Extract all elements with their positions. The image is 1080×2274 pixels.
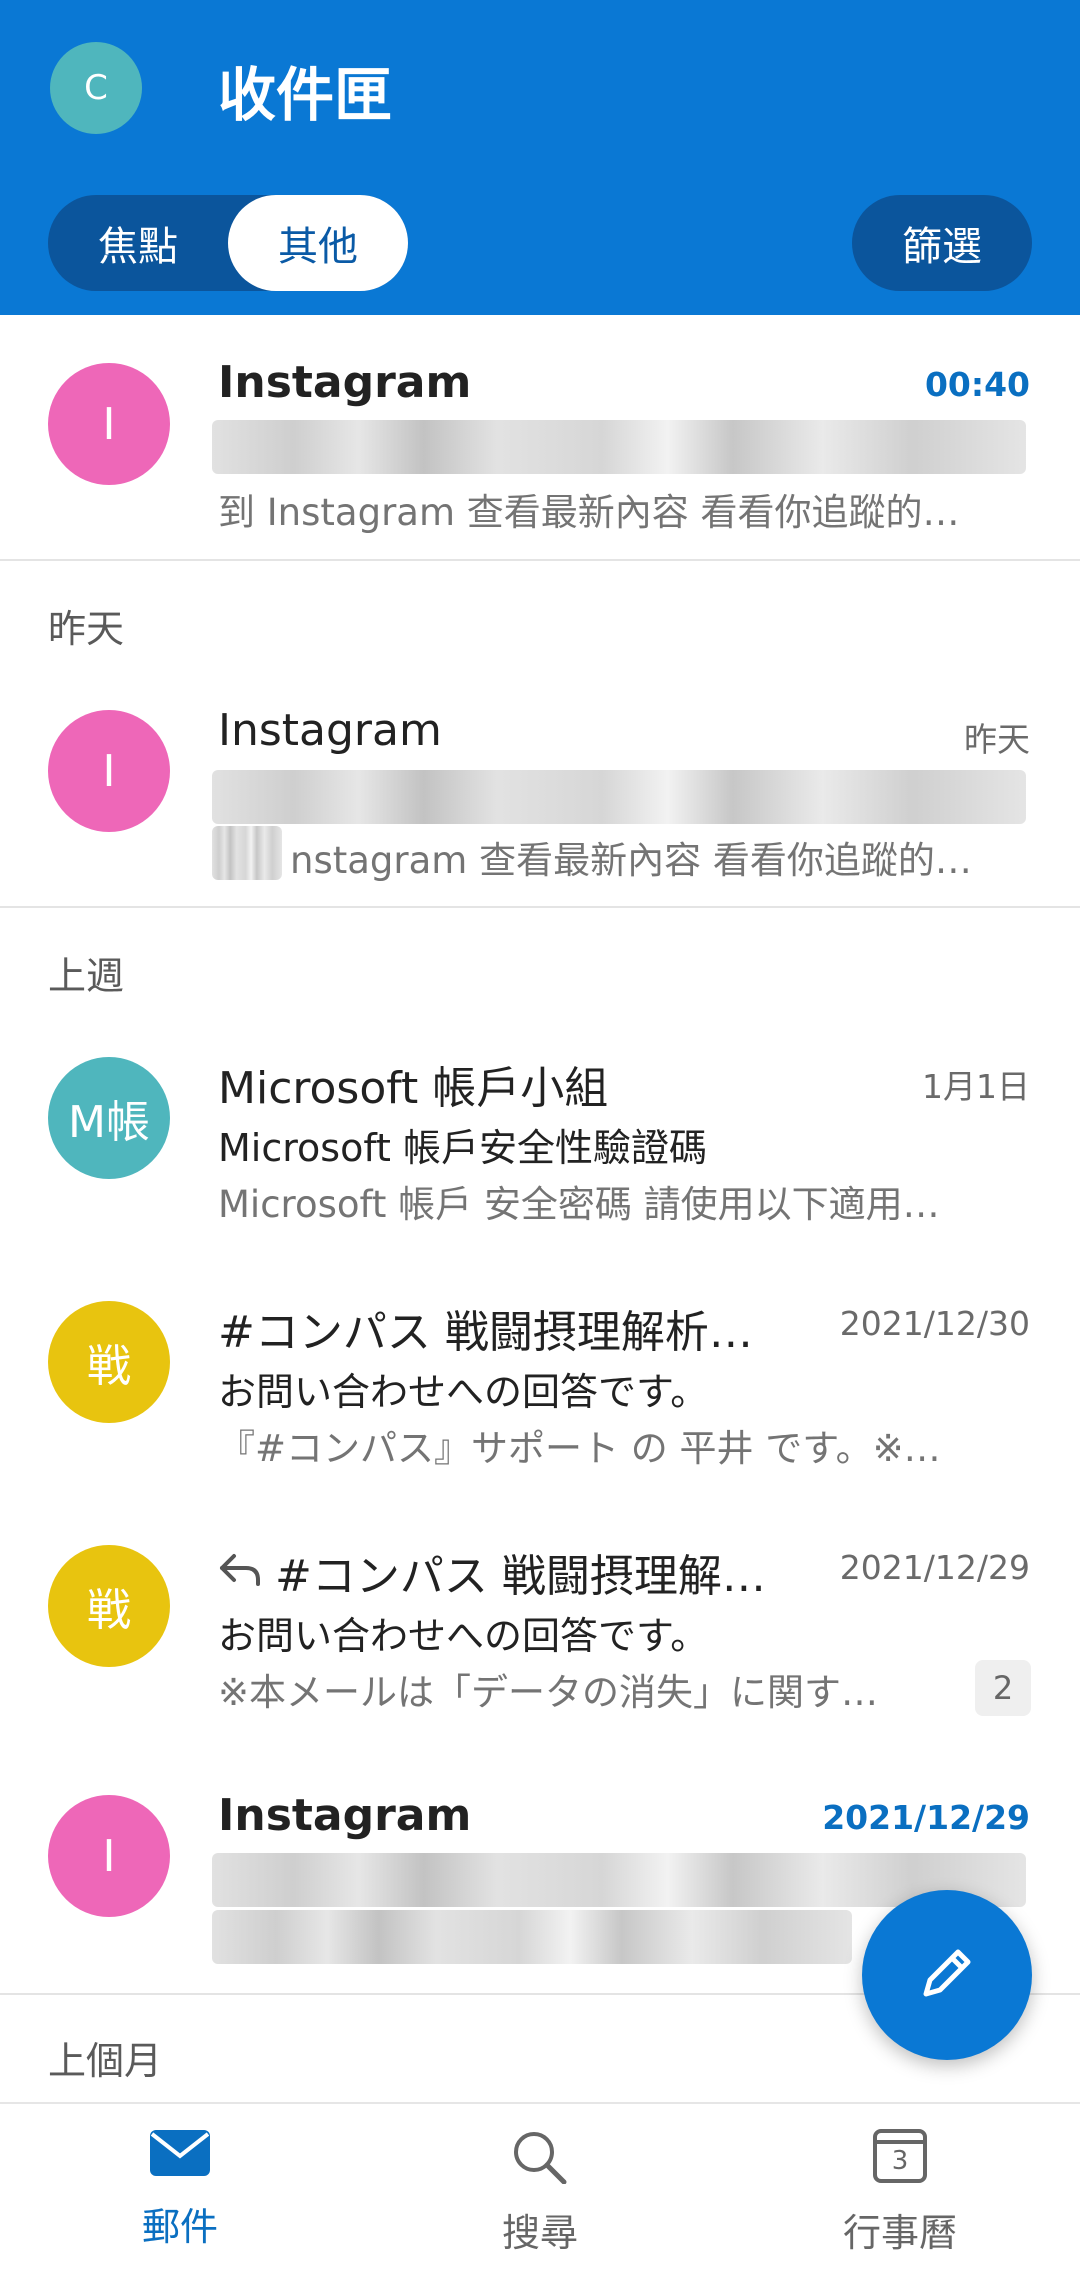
tab-focused[interactable]: 焦點 [48,195,228,291]
sender-name: Instagram [218,1790,472,1841]
redacted-preview [212,826,282,880]
sender-name: #コンパス 戦闘摂理解… [275,1551,766,1602]
email-preview: Microsoft 帳戶 安全密碼 請使用以下適用… [218,1183,940,1226]
search-icon [510,2132,570,2188]
section-header-last-week: 上週 [48,954,125,998]
calendar-icon: 3 [872,2128,928,2184]
sender-avatar: 戦 [48,1301,170,1423]
app-header: C 收件匣 焦點 其他 篩選 [0,0,1080,315]
section-header-yesterday: 昨天 [48,607,125,651]
redacted-preview [212,1910,852,1964]
tab-other[interactable]: 其他 [228,195,408,291]
sender-name: #コンパス 戦闘摂理解析… [218,1307,753,1358]
mail-icon [148,2130,212,2182]
email-date: 2021/12/29 [839,1548,1030,1587]
sender-avatar: 戦 [48,1545,170,1667]
account-avatar[interactable]: C [50,42,142,134]
email-date: 2021/12/30 [839,1304,1030,1343]
redacted-subject [212,770,1026,824]
sender-name: Instagram [218,705,442,756]
nav-label: 搜尋 [501,2211,578,2255]
sender-name: Instagram [218,357,472,408]
reply-arrow-icon [216,1548,264,1596]
sender-name: Microsoft 帳戶小組 [218,1063,609,1114]
email-subject: お問い合わせへの回答です。 [218,1370,709,1414]
section-header-last-month: 上個月 [48,2039,163,2083]
email-subject: お問い合わせへの回答です。 [218,1614,709,1658]
page-title: 收件匣 [218,61,393,129]
divider [0,559,1080,561]
compose-button[interactable] [862,1890,1032,2060]
redacted-subject [212,1853,1026,1907]
nav-mail[interactable]: 郵件 [80,2128,280,2251]
email-preview: 『#コンパス』サポート の 平井 です。※… [218,1427,941,1470]
sender-avatar: I [48,1795,170,1917]
compose-icon [912,1938,982,2012]
email-preview: ※本メールは「データの消失」に関す… [218,1671,879,1714]
inbox-tabs: 焦點 其他 [48,195,408,291]
sender-avatar: I [48,710,170,832]
sender-avatar: I [48,363,170,485]
bottom-navigation: 郵件 搜尋 3 行事曆 [0,2102,1080,2274]
calendar-day: 3 [891,2146,909,2176]
filter-button[interactable]: 篩選 [852,195,1032,291]
email-subject: Microsoft 帳戶安全性驗證碼 [218,1126,708,1170]
redacted-subject [212,420,1026,474]
email-date: 昨天 [964,720,1030,759]
nav-label: 郵件 [141,2205,218,2249]
email-preview: nstagram 查看最新內容 看看你追蹤的… [290,839,972,882]
nav-calendar[interactable]: 3 行事曆 [800,2128,1000,2257]
divider [0,906,1080,908]
nav-label: 行事曆 [842,2211,957,2255]
thread-count-badge: 2 [975,1660,1031,1716]
email-date: 1月1日 [922,1067,1030,1106]
email-preview: 到 Instagram 查看最新內容 看看你追蹤的… [218,491,960,534]
email-date: 00:40 [924,365,1030,404]
sender-avatar: M帳 [48,1057,170,1179]
nav-search[interactable]: 搜尋 [440,2128,640,2257]
email-date: 2021/12/29 [822,1798,1030,1837]
